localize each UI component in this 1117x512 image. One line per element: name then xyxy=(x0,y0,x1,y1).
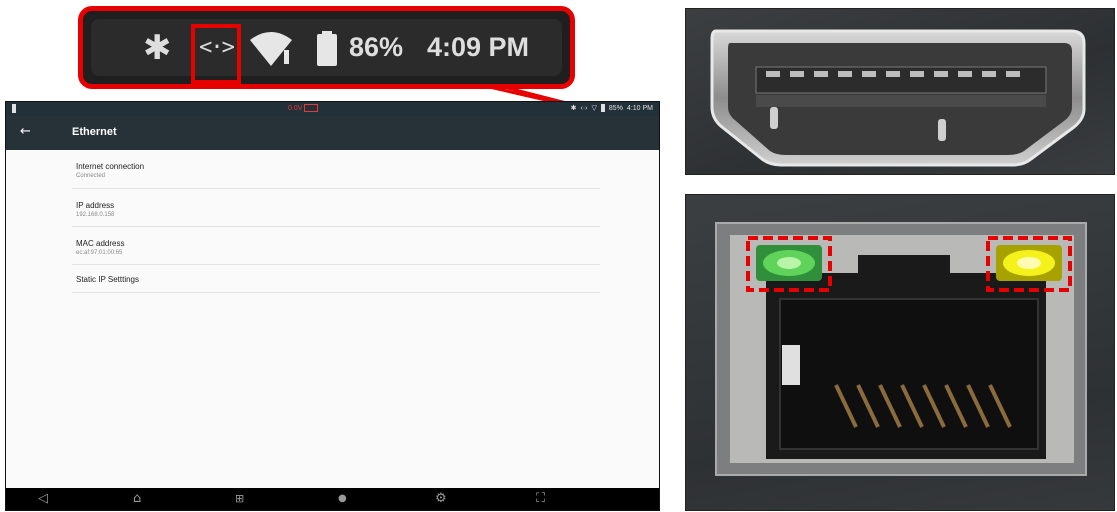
setting-title: MAC address xyxy=(76,239,125,248)
setting-static-ip[interactable]: Static IP Setttings xyxy=(72,265,600,293)
nav-browser-icon[interactable]: ● xyxy=(338,491,347,507)
app-bar: ← Ethernet xyxy=(6,116,659,150)
setting-subtitle: ec:af:97:01:00:65 xyxy=(76,250,123,256)
nav-screenshot-icon[interactable]: ⛶ xyxy=(536,491,545,507)
nav-back-icon[interactable]: ◁ xyxy=(38,491,48,507)
hdmi-port-photo xyxy=(685,8,1115,175)
notification-icon xyxy=(12,104,16,113)
battery-icon xyxy=(316,19,338,76)
zoomed-status-bar: ✱ <·> 86% 4:09 PM xyxy=(78,6,575,89)
navigation-bar: ◁ ⌂ ⊞ ● ⚙ ⛶ xyxy=(6,488,659,510)
bluetooth-icon: ✱ xyxy=(570,105,577,112)
nav-home-icon[interactable]: ⌂ xyxy=(133,491,141,507)
ethernet-port-illustration xyxy=(715,222,1087,476)
nav-settings-icon[interactable]: ⚙ xyxy=(435,491,447,507)
status-icons: ✱ ‹·› ▽ 85% 4:10 PM xyxy=(571,104,653,112)
page-title: Ethernet xyxy=(72,126,117,138)
setting-title: Static IP Setttings xyxy=(76,275,139,284)
setting-mac-address[interactable]: MAC address ec:af:97:01:00:65 xyxy=(72,227,600,265)
status-time: 4:09 PM xyxy=(427,32,530,62)
zoomed-status-bar-background: ✱ <·> 86% 4:09 PM xyxy=(91,19,562,84)
status-time: 4:10 PM xyxy=(626,104,653,112)
hdmi-port-illustration xyxy=(710,29,1086,167)
setting-subtitle: Connected xyxy=(76,173,106,179)
nav-apps-icon[interactable]: ⊞ xyxy=(235,491,244,507)
wifi-icon xyxy=(248,19,294,76)
ethernet-icon: <·> xyxy=(199,35,235,60)
voltage-box-icon xyxy=(304,104,319,112)
setting-title: Internet connection xyxy=(76,162,145,171)
battery-icon xyxy=(600,104,605,112)
setting-title: IP address xyxy=(76,201,115,210)
voltage-text: 0.0V xyxy=(288,104,303,112)
ethernet-icon: ‹·› xyxy=(580,104,588,112)
back-arrow-icon[interactable]: ← xyxy=(20,124,31,139)
wifi-icon: ▽ xyxy=(591,105,597,112)
tablet-screenshot: 0.0V ✱ ‹·› ▽ 85% 4:10 PM ← Ethernet Inte… xyxy=(5,101,660,511)
setting-subtitle: 192.168.0.158 xyxy=(76,212,115,218)
setting-internet-connection[interactable]: Internet connection Connected xyxy=(72,150,600,189)
setting-ip-address[interactable]: IP address 192.168.0.158 xyxy=(72,189,600,227)
battery-percent: 86% xyxy=(349,32,404,62)
status-bar: 0.0V ✱ ‹·› ▽ 85% 4:10 PM xyxy=(6,102,659,116)
bluetooth-icon: ✱ xyxy=(143,27,172,68)
battery-percent: 85% xyxy=(608,104,623,112)
ethernet-port-photo xyxy=(685,194,1115,511)
voltage-indicator: 0.0V xyxy=(288,104,319,112)
